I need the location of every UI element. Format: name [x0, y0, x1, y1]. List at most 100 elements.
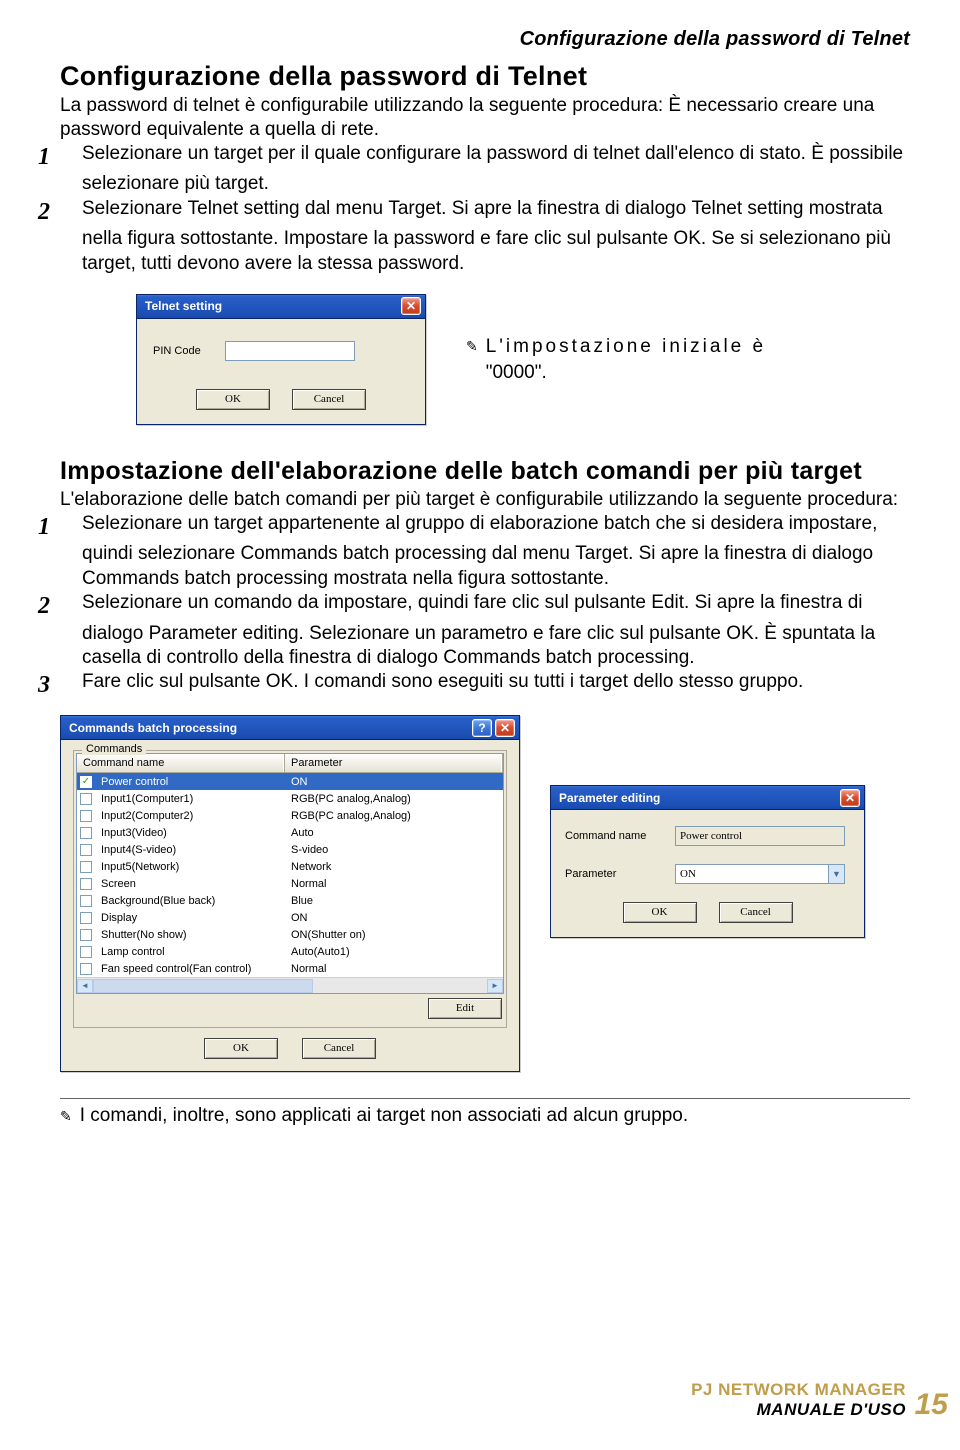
dialog-titlebar[interactable]: Commands batch processing ? ✕	[61, 716, 519, 740]
cell-command-name: Screen	[95, 878, 285, 890]
cell-command-name: Input4(S-video)	[95, 844, 285, 856]
commands-batch-dialog: Commands batch processing ? ✕ Commands C…	[60, 715, 520, 1072]
t: Target	[575, 543, 628, 564]
running-header: Configurazione della password di Telnet	[60, 28, 910, 51]
cell-parameter: Blue	[285, 895, 503, 907]
section1-step2: 2Selezionare Telnet setting dal menu Tar…	[60, 197, 910, 276]
t: L'impostazione iniziale è	[486, 336, 766, 357]
table-row[interactable]: Background(Blue back)Blue	[77, 892, 503, 909]
checkbox-icon[interactable]	[80, 912, 92, 924]
t: Selezionare un comando da impostare, qui…	[82, 592, 651, 613]
scroll-right-icon[interactable]: ►	[487, 979, 503, 993]
cancel-button[interactable]: Cancel	[302, 1038, 376, 1059]
checkbox-icon[interactable]	[80, 946, 92, 958]
pincode-input[interactable]	[225, 341, 355, 361]
step-number: 2	[60, 591, 82, 622]
cancel-button[interactable]: Cancel	[719, 902, 793, 923]
table-row[interactable]: Input1(Computer1)RGB(PC analog,Analog)	[77, 790, 503, 807]
checkbox-icon[interactable]	[80, 810, 92, 822]
section2-title: Impostazione dell'elaborazione delle bat…	[60, 457, 910, 486]
dialog-titlebar[interactable]: Telnet setting ✕	[137, 295, 425, 319]
footer-note: ✎ I comandi, inoltre, sono applicati ai …	[60, 1105, 910, 1127]
ok-button[interactable]: OK	[204, 1038, 278, 1059]
table-row[interactable]: Shutter(No show)ON(Shutter on)	[77, 926, 503, 943]
table-row[interactable]: Lamp controlAuto(Auto1)	[77, 943, 503, 960]
t: I comandi, inoltre, sono applicati ai ta…	[80, 1105, 688, 1127]
cell-command-name: Input5(Network)	[95, 861, 285, 873]
edit-button[interactable]: Edit	[428, 998, 502, 1019]
horizontal-scrollbar[interactable]: ◄ ►	[77, 977, 503, 993]
t: . Si apre la finestra di dialogo	[441, 198, 691, 219]
table-row[interactable]: ScreenNormal	[77, 875, 503, 892]
cell-parameter: Network	[285, 861, 503, 873]
ok-button[interactable]: OK	[196, 389, 270, 410]
section2-step3: 3Fare clic sul pulsante OK. I comandi so…	[60, 670, 910, 701]
section1-title: Configurazione della password di Telnet	[60, 61, 910, 92]
checkbox-icon[interactable]	[80, 827, 92, 839]
t: OK	[726, 623, 753, 644]
step-number: 2	[60, 197, 82, 228]
table-row[interactable]: Input5(Network)Network	[77, 858, 503, 875]
close-icon[interactable]: ✕	[495, 719, 515, 737]
col-parameter[interactable]: Parameter	[285, 754, 503, 772]
t: Telnet setting	[188, 198, 300, 219]
table-row[interactable]: Fan speed control(Fan control)Normal	[77, 960, 503, 977]
ok-button[interactable]: OK	[623, 902, 697, 923]
table-row[interactable]: Input4(S-video)S-video	[77, 841, 503, 858]
checkbox-icon[interactable]	[80, 895, 92, 907]
chevron-down-icon[interactable]: ▼	[828, 865, 844, 883]
cell-parameter: S-video	[285, 844, 503, 856]
t: Target	[388, 198, 441, 219]
dialog-titlebar[interactable]: Parameter editing ✕	[551, 786, 864, 810]
checkbox-icon[interactable]	[80, 963, 92, 975]
pincode-label: PIN Code	[153, 345, 201, 357]
dialog-title: Parameter editing	[559, 791, 660, 805]
table-row[interactable]: ✓Power controlON	[77, 773, 503, 790]
cell-command-name: Background(Blue back)	[95, 895, 285, 907]
section1-intro: La password di telnet è configurabile ut…	[60, 94, 910, 142]
cell-parameter: RGB(PC analog,Analog)	[285, 793, 503, 805]
t: Edit	[651, 592, 684, 613]
section2-step1: 1Selezionare un target appartenente al g…	[60, 512, 910, 591]
checkbox-icon[interactable]	[80, 929, 92, 941]
checkbox-icon[interactable]	[80, 861, 92, 873]
scroll-left-icon[interactable]: ◄	[77, 979, 93, 993]
table-row[interactable]: Input2(Computer2)RGB(PC analog,Analog)	[77, 807, 503, 824]
telnet-setting-dialog: Telnet setting ✕ PIN Code OK Cancel	[136, 294, 426, 425]
parameter-label: Parameter	[565, 868, 675, 880]
cell-command-name: Input1(Computer1)	[95, 793, 285, 805]
col-command-name[interactable]: Command name	[77, 754, 285, 772]
close-icon[interactable]: ✕	[401, 297, 421, 315]
parameter-editing-dialog: Parameter editing ✕ Command name Paramet…	[550, 785, 865, 938]
t: Fare clic sul pulsante	[82, 671, 266, 692]
cancel-button[interactable]: Cancel	[292, 389, 366, 410]
table-row[interactable]: Input3(Video)Auto	[77, 824, 503, 841]
cell-command-name: Lamp control	[95, 946, 285, 958]
t: OK	[673, 228, 700, 249]
t: Commands batch processing	[443, 647, 689, 668]
checkbox-icon[interactable]	[80, 844, 92, 856]
footer-brand: PJ NETWORK MANAGER MANUALE D'USO	[691, 1380, 906, 1420]
command-name-label: Command name	[565, 830, 675, 842]
t: Commands batch processing	[240, 543, 486, 564]
scroll-thumb[interactable]	[93, 979, 313, 993]
parameter-select[interactable]: ON ▼	[675, 864, 845, 884]
cell-command-name: Display	[95, 912, 285, 924]
table-row[interactable]: DisplayON	[77, 909, 503, 926]
commands-grid[interactable]: Command name Parameter ✓Power controlONI…	[76, 753, 504, 994]
t: Commands batch processing	[82, 568, 328, 589]
dialog-title: Commands batch processing	[69, 721, 237, 735]
step-number: 1	[60, 512, 82, 543]
note-icon: ✎	[466, 337, 478, 390]
checkbox-icon[interactable]	[80, 793, 92, 805]
cell-parameter: ON	[285, 776, 503, 788]
checkbox-icon[interactable]: ✓	[80, 776, 92, 788]
commands-fieldset: Commands Command name Parameter ✓Power c…	[73, 750, 507, 1028]
close-icon[interactable]: ✕	[840, 789, 860, 807]
cell-parameter: ON(Shutter on)	[285, 929, 503, 941]
help-icon[interactable]: ?	[472, 719, 492, 737]
cell-parameter: Auto	[285, 827, 503, 839]
t: dal menu	[487, 543, 576, 564]
t: . I comandi sono eseguiti su tutti i tar…	[293, 671, 803, 692]
checkbox-icon[interactable]	[80, 878, 92, 890]
